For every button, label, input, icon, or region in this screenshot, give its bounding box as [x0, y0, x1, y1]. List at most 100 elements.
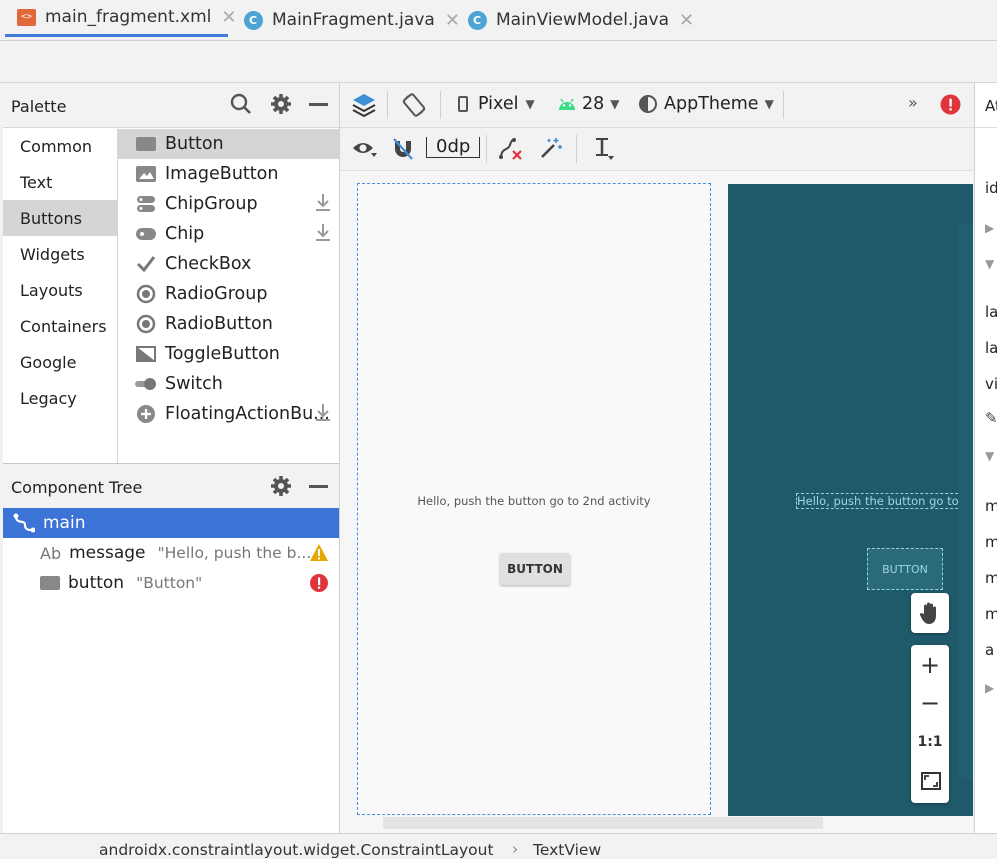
- attribute-label: m: [985, 569, 997, 587]
- tree-item-button[interactable]: button "Button": [3, 568, 339, 598]
- overflow-button[interactable]: »: [908, 93, 918, 112]
- palette-item-switch[interactable]: Switch: [118, 369, 339, 399]
- api-selector[interactable]: 28 ▼: [558, 94, 620, 114]
- zoom-in-button[interactable]: +: [911, 651, 949, 679]
- palette-item-radiogroup[interactable]: RadioGroup: [118, 279, 339, 309]
- palette-item-radiobutton[interactable]: RadioButton: [118, 309, 339, 339]
- breadcrumb-parent[interactable]: androidx.constraintlayout.widget.Constra…: [99, 841, 494, 859]
- magnet-off-icon[interactable]: [392, 137, 414, 161]
- expand-arrow-icon[interactable]: ▶: [985, 681, 994, 695]
- palette-header: Palette: [3, 83, 339, 128]
- close-icon[interactable]: ✕: [679, 10, 694, 31]
- attribute-label: la: [985, 339, 997, 357]
- component-tree-title: Component Tree: [11, 478, 143, 497]
- toolbar-separator: [576, 135, 577, 163]
- breadcrumb-child[interactable]: TextView: [533, 841, 601, 859]
- palette-item-checkbox[interactable]: CheckBox: [118, 249, 339, 279]
- collapse-arrow-icon[interactable]: ▼: [985, 449, 994, 463]
- theme-selector[interactable]: AppTheme ▼: [639, 94, 774, 114]
- design-button[interactable]: BUTTON: [500, 553, 570, 585]
- tab-main-view-model-java[interactable]: C MainViewModel.java ✕: [467, 0, 694, 40]
- minimize-icon[interactable]: [309, 103, 328, 106]
- layers-icon[interactable]: [351, 92, 377, 118]
- infer-constraints-icon[interactable]: [539, 136, 563, 160]
- palette-category-common[interactable]: Common: [3, 128, 117, 164]
- tab-label: MainFragment.java: [272, 10, 435, 30]
- pan-button[interactable]: [911, 593, 949, 633]
- tab-label: main_fragment.xml: [45, 7, 212, 27]
- image-button-icon: [135, 163, 157, 185]
- wrench-icon[interactable]: ✎: [985, 409, 997, 427]
- xml-file-icon: <>: [17, 7, 36, 27]
- toolbar-separator: [486, 135, 487, 163]
- palette-item-fab[interactable]: FloatingActionBu...: [118, 399, 339, 429]
- palette-category-text[interactable]: Text: [3, 164, 117, 200]
- gear-icon[interactable]: [270, 93, 292, 120]
- error-icon[interactable]: [940, 94, 961, 115]
- attributes-title: At: [985, 97, 997, 115]
- tab-main-fragment-xml[interactable]: <> main_fragment.xml ✕: [5, 0, 236, 37]
- palette-item-imagebutton[interactable]: ImageButton: [118, 159, 339, 189]
- default-margin-selector[interactable]: 0dp: [426, 137, 481, 158]
- tab-main-fragment-java[interactable]: C MainFragment.java ✕: [243, 0, 460, 40]
- collapse-arrow-icon[interactable]: ▼: [985, 257, 994, 271]
- palette-category-containers[interactable]: Containers: [3, 308, 117, 344]
- eye-icon[interactable]: [352, 139, 378, 159]
- message-textview[interactable]: Hello, push the button go to 2nd activit…: [358, 494, 710, 508]
- device-selector[interactable]: Pixel ▼: [458, 94, 535, 114]
- canvas-horizontal-scrollbar[interactable]: [383, 817, 823, 829]
- minimize-icon[interactable]: [309, 485, 328, 488]
- warning-icon[interactable]: [309, 543, 329, 567]
- blueprint-scrollbar[interactable]: [959, 224, 973, 779]
- palette-category-layouts[interactable]: Layouts: [3, 272, 117, 308]
- java-class-icon: C: [467, 10, 487, 30]
- device-label: Pixel: [478, 94, 519, 114]
- clear-constraints-icon[interactable]: [498, 137, 524, 161]
- breadcrumb: androidx.constraintlayout.widget.Constra…: [0, 833, 997, 859]
- blueprint-message-textview[interactable]: Hello, push the button go to 2nd activ: [796, 493, 973, 509]
- attributes-panel: At id ▶ ▼ la la vi ✎ ▼ m m m m a ▶: [974, 83, 997, 833]
- download-icon[interactable]: [315, 194, 331, 217]
- palette-category-widgets[interactable]: Widgets: [3, 236, 117, 272]
- expand-arrow-icon[interactable]: ▶: [985, 221, 994, 235]
- zoom-actual-size-button[interactable]: 1:1: [911, 734, 949, 750]
- palette-item-chip[interactable]: Chip: [118, 219, 339, 249]
- tree-item-label: main: [43, 513, 86, 533]
- chevron-down-icon: ▼: [610, 97, 620, 111]
- textview-type-icon: Ab: [40, 543, 62, 563]
- close-icon[interactable]: ✕: [445, 10, 460, 31]
- fit-screen-icon[interactable]: [921, 772, 941, 795]
- palette-category-google[interactable]: Google: [3, 344, 117, 380]
- palette-category-legacy[interactable]: Legacy: [3, 380, 117, 416]
- chip-group-icon: [135, 193, 157, 215]
- tree-item-value: "Button": [136, 574, 203, 592]
- component-tree-panel: Component Tree main Ab message "Hello, p…: [3, 463, 340, 834]
- zoom-out-button[interactable]: −: [911, 689, 949, 717]
- palette-item-button[interactable]: Button: [118, 129, 339, 159]
- search-icon[interactable]: [230, 93, 252, 120]
- theme-icon: [639, 95, 657, 113]
- download-icon[interactable]: [315, 224, 331, 247]
- radio-group-icon: [135, 283, 157, 305]
- chevron-down-icon: ▼: [525, 97, 535, 111]
- gear-icon[interactable]: [270, 475, 292, 502]
- download-icon[interactable]: [315, 404, 331, 427]
- palette-item-label: FloatingActionBu...: [165, 404, 330, 424]
- palette-item-chipgroup[interactable]: ChipGroup: [118, 189, 339, 219]
- tree-item-main[interactable]: main: [3, 508, 339, 538]
- palette-item-togglebutton[interactable]: ToggleButton: [118, 339, 339, 369]
- error-icon[interactable]: [309, 573, 329, 598]
- phone-icon: [458, 96, 468, 112]
- tree-item-message[interactable]: Ab message "Hello, push the b...: [3, 538, 339, 568]
- palette-category-buttons[interactable]: Buttons: [3, 200, 117, 236]
- constraint-layout-icon: [13, 513, 35, 533]
- design-surface[interactable]: Hello, push the button go to 2nd activit…: [357, 183, 711, 815]
- orientation-icon[interactable]: [401, 92, 427, 118]
- align-icon[interactable]: [592, 137, 616, 161]
- close-icon[interactable]: ✕: [221, 7, 236, 28]
- attribute-label: m: [985, 605, 997, 623]
- tree-item-label: message: [69, 543, 146, 563]
- api-label: 28: [582, 94, 605, 114]
- tree-item-value: "Hello, push the b...: [157, 544, 312, 562]
- blueprint-button[interactable]: BUTTON: [867, 548, 943, 590]
